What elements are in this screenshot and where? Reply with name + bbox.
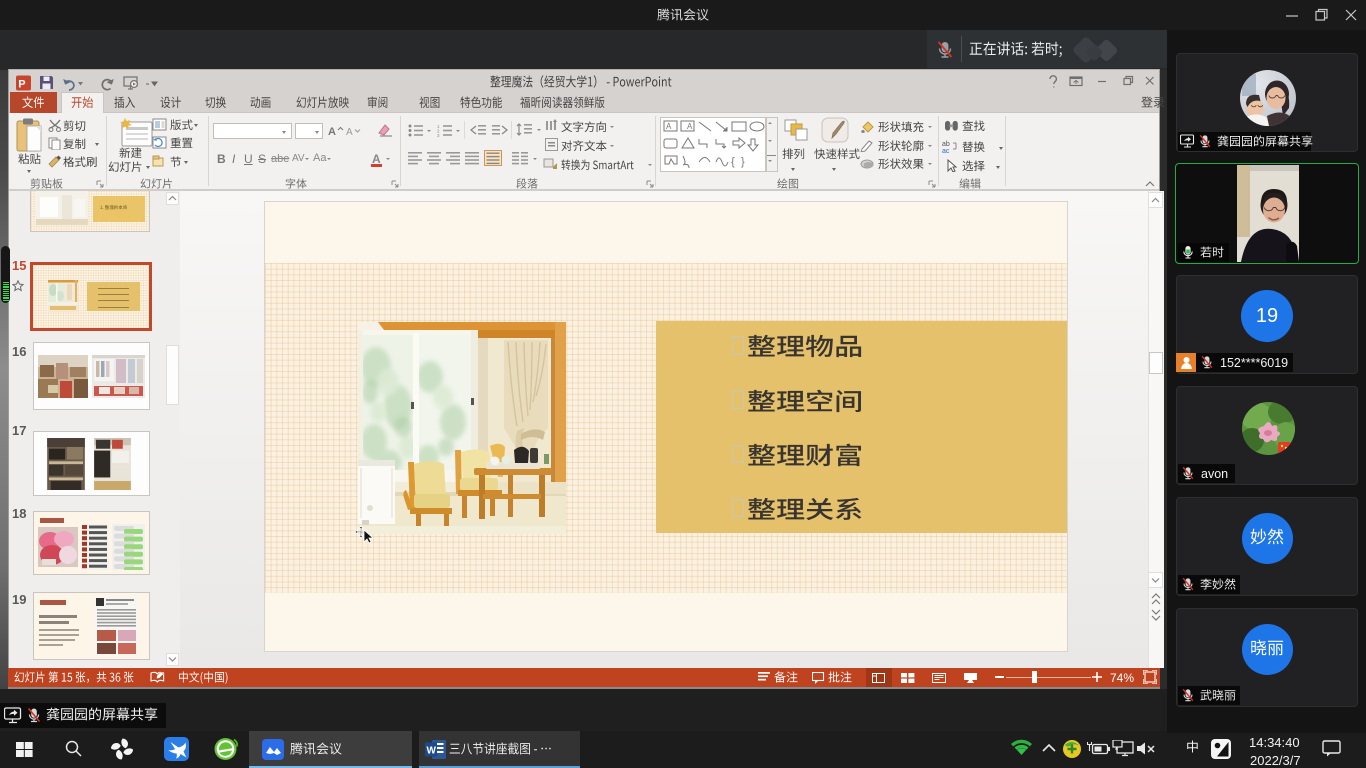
svg-text:A: A: [666, 122, 672, 131]
svg-text:3: 3: [437, 133, 440, 137]
svg-text:ac: ac: [942, 148, 950, 153]
svg-text:W: W: [427, 746, 437, 757]
svg-text:P: P: [18, 79, 25, 91]
svg-text:A: A: [687, 122, 693, 131]
svg-text:{: {: [731, 156, 735, 168]
svg-text:}: }: [741, 156, 745, 168]
svg-text:ab: ab: [942, 141, 950, 148]
